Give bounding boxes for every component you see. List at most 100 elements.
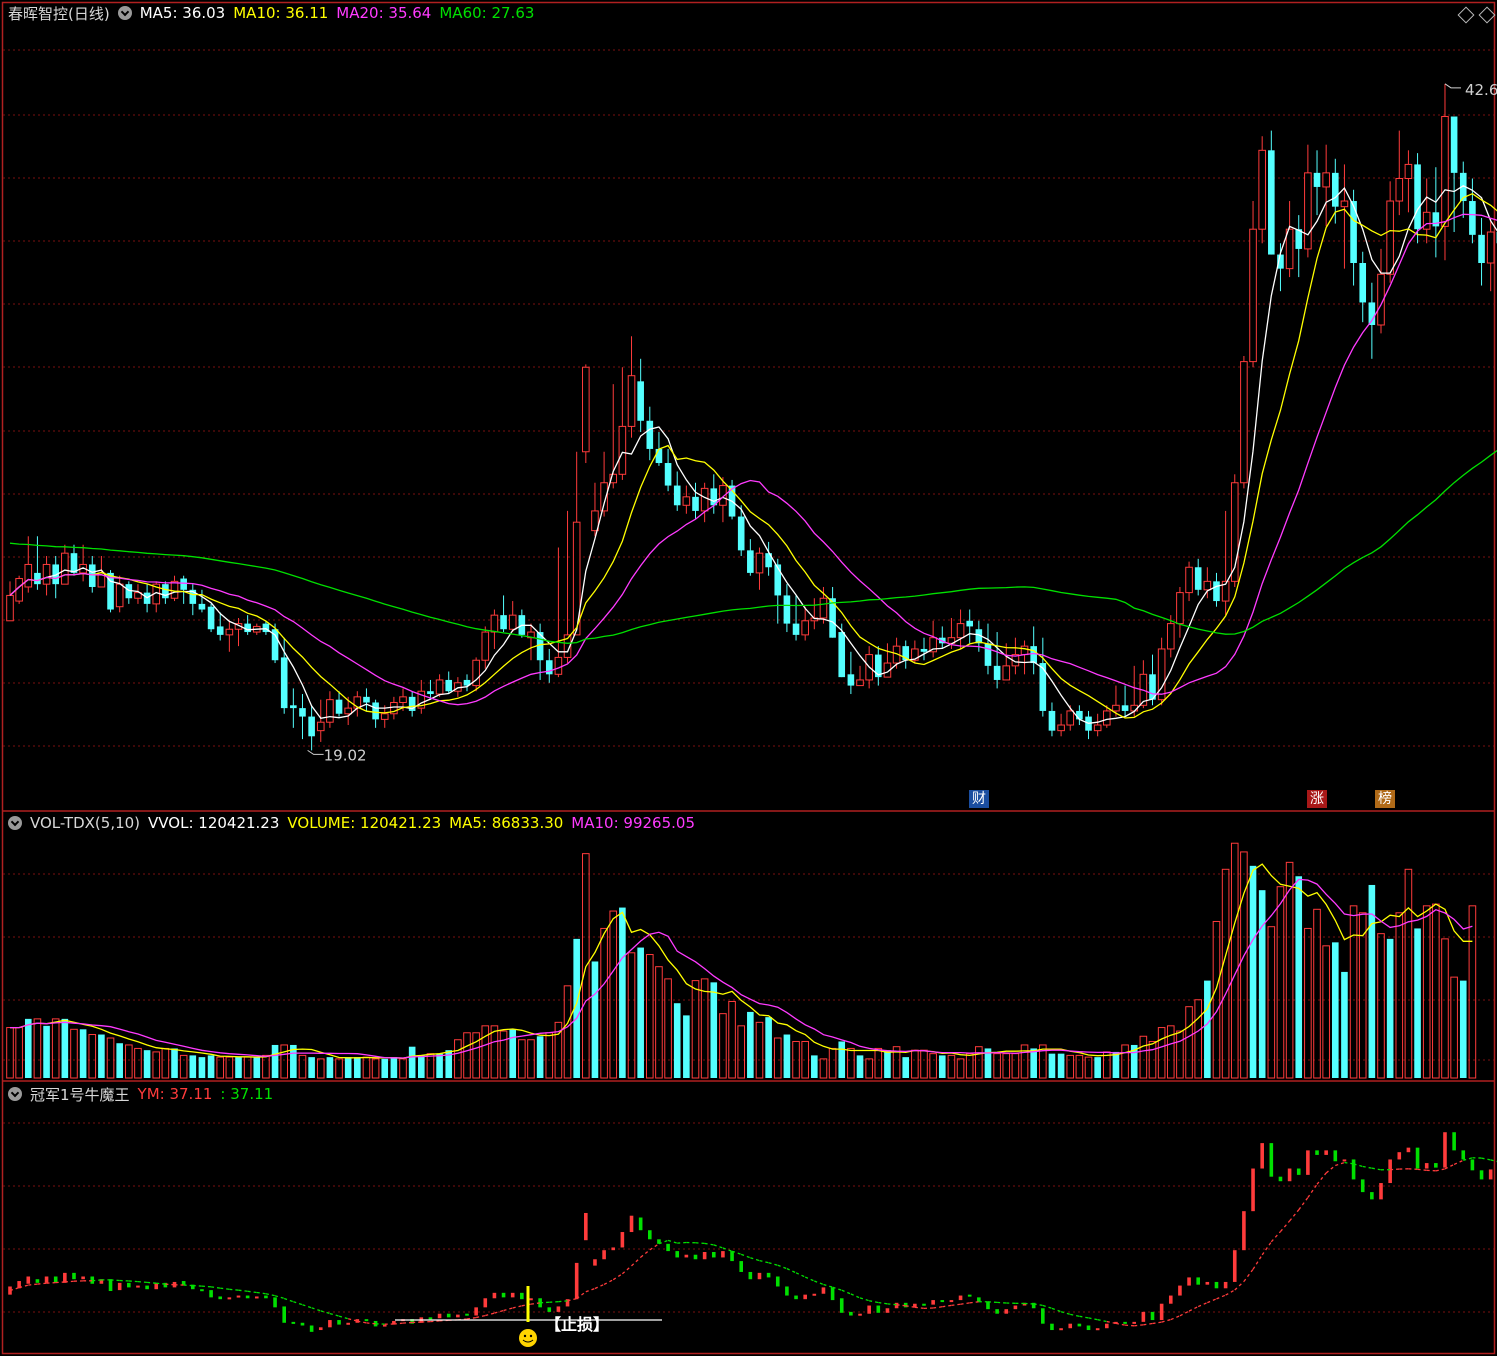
candle-body-down [1039,663,1047,711]
volume-bar-down [811,1055,818,1078]
volume-bar-down [418,1055,425,1078]
candle-body-up [755,552,764,574]
indicator-trend-segment [1279,1220,1291,1233]
candle-body-up [819,597,828,619]
volume-bar-down [1459,980,1467,1078]
volume-bar-up [134,1047,142,1079]
stock-title[interactable]: 春晖智控(日线) [8,3,110,24]
volume-bar-down [856,1055,864,1078]
indicator-trend-segment [137,1280,148,1284]
volume-title[interactable]: VOL-TDX(5,10) [30,814,140,832]
indicator-trend-segment [128,1280,139,1283]
candle-body-up [1093,724,1102,732]
candle-body-up [508,614,517,630]
indicator-trend-segment [1252,1254,1263,1270]
volume-bar-down [536,1036,544,1078]
indicator-bar [218,1296,223,1300]
indicator-bar [1132,1321,1137,1324]
volume-bar-down [116,1043,123,1078]
indicator-bar [117,1282,122,1291]
volume-bar-up [828,1047,837,1079]
indicator-trend-segment [110,1279,120,1282]
indicator-bar [181,1281,186,1285]
volume-bar-up [1322,945,1330,1079]
vol-ma5-value: MA5: 86833.30 [449,814,564,832]
candle-body-down [737,516,745,551]
indicator-trend-segment [256,1291,267,1295]
candle-body-up [481,631,490,661]
indicator-trend-segment [466,1316,477,1320]
finance-tag[interactable]: 财 [969,790,989,808]
candle-body-up [1166,623,1175,650]
indicator-bar [794,1295,798,1300]
indicator-trend-segment [594,1283,605,1290]
candle-body-down [984,643,992,666]
candle-body-up [1304,172,1312,250]
indicator-trend-segment [1143,1322,1153,1326]
indicator-bar [1470,1159,1475,1171]
volume-bar-up [298,1054,307,1079]
indicator-panel-header: 冠军1号牛魔王 YM: 37.11 : 37.11 [8,1084,273,1104]
indicator-bar [136,1285,140,1288]
volume-bar-down [436,1053,443,1078]
volume-bar-up [463,1032,471,1079]
volume-bar-up [1276,886,1285,1079]
volume-bar-up [15,1027,23,1079]
volume-bar-up [646,954,654,1079]
candle-body-up [24,563,33,588]
indicator-bar [1168,1295,1173,1304]
indicator-title[interactable]: 冠军1号牛魔王 [30,1084,130,1105]
indicator-bar [940,1300,945,1303]
candle-body-up [1002,665,1011,681]
candle-body-up [1203,580,1212,591]
indicator-trend-segment [677,1241,687,1244]
volume-bar-up [755,1021,764,1079]
candle-body-down [180,578,187,590]
volume-dropdown-icon[interactable] [8,816,22,830]
indicator-trend-segment [338,1315,349,1320]
indicator-bar [236,1295,241,1298]
volume-bar-down [838,1041,846,1078]
indicator-trend-segment [247,1290,257,1294]
volume-bar-up [965,1053,974,1079]
indicator-trend-segment [603,1279,614,1286]
dropdown-icon[interactable] [117,6,132,20]
volume-bar-down [1048,1053,1056,1078]
indicator-trend-segment [210,1286,221,1289]
indicator-trend-segment [1362,1165,1372,1169]
volume-bar-up [664,978,672,1079]
candle-body-up [1340,200,1349,208]
indicator-bar [1159,1303,1164,1321]
indicator-trend-segment [265,1293,276,1297]
indicator-trend-segment [201,1285,212,1288]
indicator-bar [1095,1328,1100,1331]
indicator-trend-segment [1134,1324,1144,1327]
volume-bar-down [171,1048,178,1078]
volume-bar-up [1349,905,1358,1079]
volume-bar-up [1450,976,1458,1079]
indicator-trend-segment [1106,1320,1117,1325]
indicator-bar [529,1298,533,1301]
indicator-trend-segment [1481,1157,1491,1161]
indicator-trend-segment [165,1283,175,1286]
indicator-trend-segment [1079,1315,1089,1319]
indicator-trend-segment [1051,1307,1062,1313]
dragon-tiger-tag[interactable]: 榜 [1375,790,1395,808]
indicator-trend-segment [64,1280,75,1283]
indicator-trend-segment [1408,1168,1418,1170]
candle-body-up [1486,231,1495,264]
smiley-eye [523,1334,527,1338]
indicator-dropdown-icon[interactable] [8,1087,22,1101]
candle-body-down [335,699,343,714]
kline-chart-canvas[interactable]: 42.66 19.02 【止损】 [0,0,1497,1356]
indicator-bar [1342,1159,1347,1162]
volume-bar-up [627,952,636,1079]
indicator-bar [821,1287,826,1294]
indicator-trend-segment [804,1276,815,1282]
indicator-trend-segment [612,1273,623,1281]
limit-up-tag[interactable]: 涨 [1307,790,1327,808]
indicator-bar [1479,1170,1484,1180]
volume-bar-down [591,961,599,1078]
volume-bar-up [179,1054,188,1079]
indicator-bar [501,1292,506,1298]
